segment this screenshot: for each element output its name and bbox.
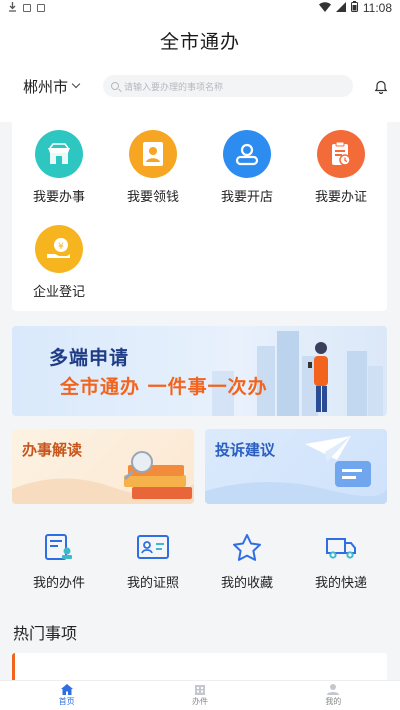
quick-link-label: 我的收藏 <box>220 576 273 591</box>
chevron-down-icon <box>71 79 81 89</box>
tab-home[interactable]: 首页 <box>0 681 133 710</box>
hot-section-title: 热门事项 <box>13 624 78 643</box>
id-portrait-icon <box>129 130 177 178</box>
shop-icon <box>35 130 83 178</box>
quick-link-label: 我的快递 <box>314 576 367 591</box>
signal-icon <box>335 1 346 15</box>
guide-card[interactable]: 办事解读 <box>12 429 194 504</box>
complaint-card-title: 投诉建议 <box>215 441 276 459</box>
bottom-tabbar: 首页 办件 我的 <box>0 680 400 710</box>
status-bar: 11:08 <box>0 0 400 16</box>
banner-title: 多端申请 <box>49 347 130 369</box>
user-icon <box>223 130 271 178</box>
notification-icons <box>8 1 45 15</box>
tab-banjian[interactable]: 办件 <box>133 681 266 710</box>
coin-hand-icon: ¥ <box>35 225 83 273</box>
search-icon <box>111 82 119 90</box>
star-icon <box>229 532 265 562</box>
service-item-banshi[interactable]: 我要办事 <box>12 130 106 205</box>
download-icon <box>8 1 17 15</box>
quick-link-banjian[interactable]: 我的办件 <box>12 532 106 591</box>
app-notification-icon <box>23 4 31 12</box>
tab-label: 我的 <box>325 697 342 706</box>
service-label: 我要开店 <box>220 190 273 205</box>
home-icon <box>60 684 73 695</box>
building-icon <box>194 684 206 695</box>
certificate-icon <box>317 130 365 178</box>
document-stamp-icon <box>41 532 77 562</box>
app-header: 全市通办 郴州市 请输入要办理的事项名称 <box>0 16 400 122</box>
clock: 11:08 <box>362 1 392 15</box>
bell-icon[interactable] <box>374 79 388 95</box>
service-item-banzheng[interactable]: 我要办证 <box>294 130 388 205</box>
service-label: 我要办事 <box>32 190 85 205</box>
guide-card-title: 办事解读 <box>22 441 83 459</box>
tab-label: 办件 <box>191 697 208 706</box>
battery-icon <box>350 1 358 15</box>
person-icon <box>327 684 340 695</box>
id-card-icon <box>135 532 171 562</box>
city-label: 郴州市 <box>23 77 69 96</box>
svg-text:¥: ¥ <box>58 242 64 252</box>
complaint-card[interactable]: 投诉建议 <box>205 429 387 504</box>
service-item-kaidian[interactable]: 我要开店 <box>200 130 294 205</box>
quick-link-label: 我的办件 <box>32 576 85 591</box>
city-skyline-illustration <box>212 331 383 416</box>
city-selector[interactable]: 郴州市 <box>23 76 103 97</box>
quick-link-zhengzhao[interactable]: 我的证照 <box>106 532 200 591</box>
search-placeholder: 请输入要办理的事项名称 <box>124 82 224 93</box>
quick-link-shoucang[interactable]: 我的收藏 <box>200 532 294 591</box>
wifi-icon <box>318 1 331 15</box>
app-notification-icon-2 <box>37 4 45 12</box>
tab-label: 首页 <box>58 697 75 706</box>
tab-mine[interactable]: 我的 <box>267 681 400 710</box>
service-label: 企业登记 <box>32 285 85 300</box>
banner-subtitle: 全市通办 一件事一次办 <box>60 376 268 398</box>
quick-link-label: 我的证照 <box>126 576 179 591</box>
service-item-lingqian[interactable]: 我要领钱 <box>106 130 200 205</box>
search-input[interactable]: 请输入要办理的事项名称 <box>103 75 353 97</box>
page-title: 全市通办 <box>159 31 240 53</box>
quick-link-kuaidi[interactable]: 我的快递 <box>294 532 388 591</box>
service-grid: 我要办事 我要领钱 我要开店 我要办证 ¥ 企业登记 <box>12 119 387 311</box>
service-label: 我要领钱 <box>126 190 179 205</box>
promo-banner[interactable]: 多端申请 全市通办 一件事一次办 <box>12 326 387 416</box>
truck-icon <box>323 532 359 562</box>
service-item-qiyedengji[interactable]: ¥ 企业登记 <box>12 225 106 300</box>
service-label: 我要办证 <box>314 190 367 205</box>
